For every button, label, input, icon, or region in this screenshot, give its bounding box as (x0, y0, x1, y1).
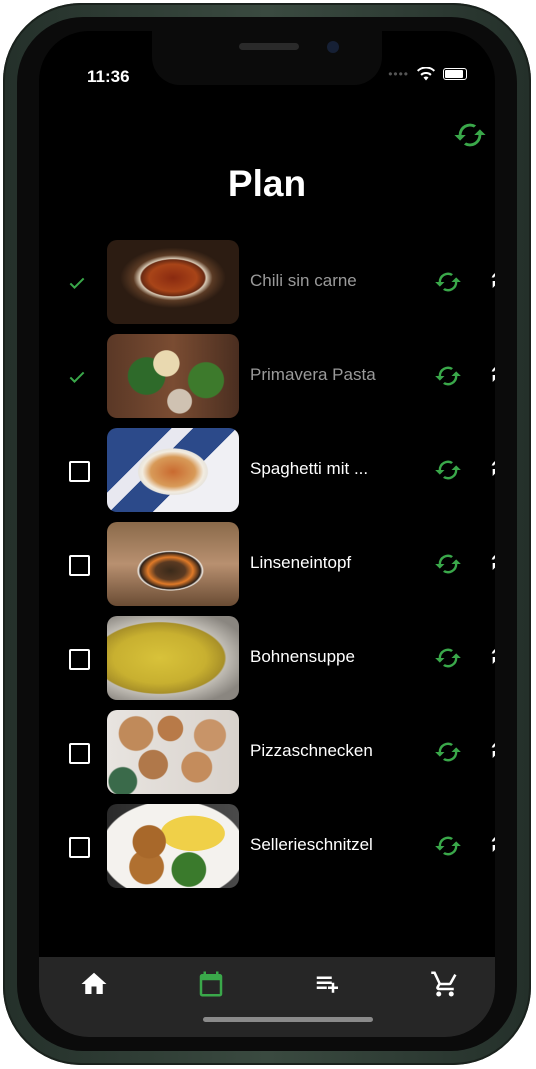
replace-meal-icon[interactable] (434, 268, 462, 296)
replace-meal-icon[interactable] (434, 550, 462, 578)
replace-meal-icon[interactable] (434, 644, 462, 672)
meal-row: Linseneintopf (39, 522, 495, 608)
meal-name[interactable]: Primavera Pasta (250, 365, 376, 385)
meal-image-primavera[interactable] (107, 334, 239, 418)
meal-image-spaghetti[interactable] (107, 428, 239, 512)
bottom-tab-bar (39, 957, 495, 1037)
meal-row: Pizzaschnecken (39, 710, 495, 796)
checkbox[interactable] (69, 461, 90, 482)
replace-meal-icon[interactable] (434, 738, 462, 766)
find-replace-icon[interactable] (488, 643, 495, 671)
meal-row: Primavera Pasta (39, 334, 495, 420)
signal-icon: •••• (388, 67, 409, 81)
meal-image-lentil[interactable] (107, 522, 239, 606)
cart-icon[interactable] (430, 969, 460, 999)
checkbox[interactable] (69, 743, 90, 764)
meal-name[interactable]: Chili sin carne (250, 271, 357, 291)
checkmark-icon[interactable] (67, 367, 87, 387)
phone-bezel: 11:36 •••• Plan Chili sin carne Primaver… (17, 17, 517, 1051)
meal-name[interactable]: Sellerieschnitzel (250, 835, 373, 855)
checkbox[interactable] (69, 649, 90, 670)
meal-row: Sellerieschnitzel (39, 804, 495, 890)
find-replace-icon[interactable] (488, 361, 495, 389)
meal-name[interactable]: Spaghetti mit ... (250, 459, 368, 479)
status-icons: •••• (388, 67, 467, 81)
meal-name[interactable]: Pizzaschnecken (250, 741, 373, 761)
meal-name[interactable]: Bohnensuppe (250, 647, 355, 667)
checkbox[interactable] (69, 837, 90, 858)
find-replace-icon[interactable] (488, 455, 495, 483)
meal-image-bean-soup[interactable] (107, 616, 239, 700)
find-replace-icon[interactable] (488, 267, 495, 295)
battery-icon (443, 68, 467, 80)
meal-row: Spaghetti mit ... (39, 428, 495, 514)
checkbox[interactable] (69, 555, 90, 576)
status-time: 11:36 (87, 67, 130, 86)
notch (152, 31, 382, 85)
wifi-icon (417, 67, 435, 81)
front-camera (327, 41, 339, 53)
phone-frame: 11:36 •••• Plan Chili sin carne Primaver… (3, 3, 531, 1065)
speaker (239, 43, 299, 50)
meal-row: Chili sin carne (39, 240, 495, 326)
refresh-plan-icon[interactable] (453, 118, 487, 152)
replace-meal-icon[interactable] (434, 456, 462, 484)
playlist-add-icon[interactable] (313, 969, 343, 999)
home-indicator[interactable] (203, 1017, 373, 1022)
find-replace-icon[interactable] (488, 737, 495, 765)
replace-meal-icon[interactable] (434, 832, 462, 860)
find-replace-icon[interactable] (488, 549, 495, 577)
meal-image-chili[interactable] (107, 240, 239, 324)
meal-image-celery-schnitzel[interactable] (107, 804, 239, 888)
checkmark-icon[interactable] (67, 273, 87, 293)
calendar-icon[interactable] (196, 969, 226, 999)
find-replace-icon[interactable] (488, 831, 495, 859)
meal-row: Bohnensuppe (39, 616, 495, 702)
page-title: Plan (227, 163, 307, 204)
app-screen: 11:36 •••• Plan Chili sin carne Primaver… (39, 31, 495, 1037)
replace-meal-icon[interactable] (434, 362, 462, 390)
home-icon[interactable] (79, 969, 109, 999)
meal-image-pizza-rolls[interactable] (107, 710, 239, 794)
meal-name[interactable]: Linseneintopf (250, 553, 351, 573)
